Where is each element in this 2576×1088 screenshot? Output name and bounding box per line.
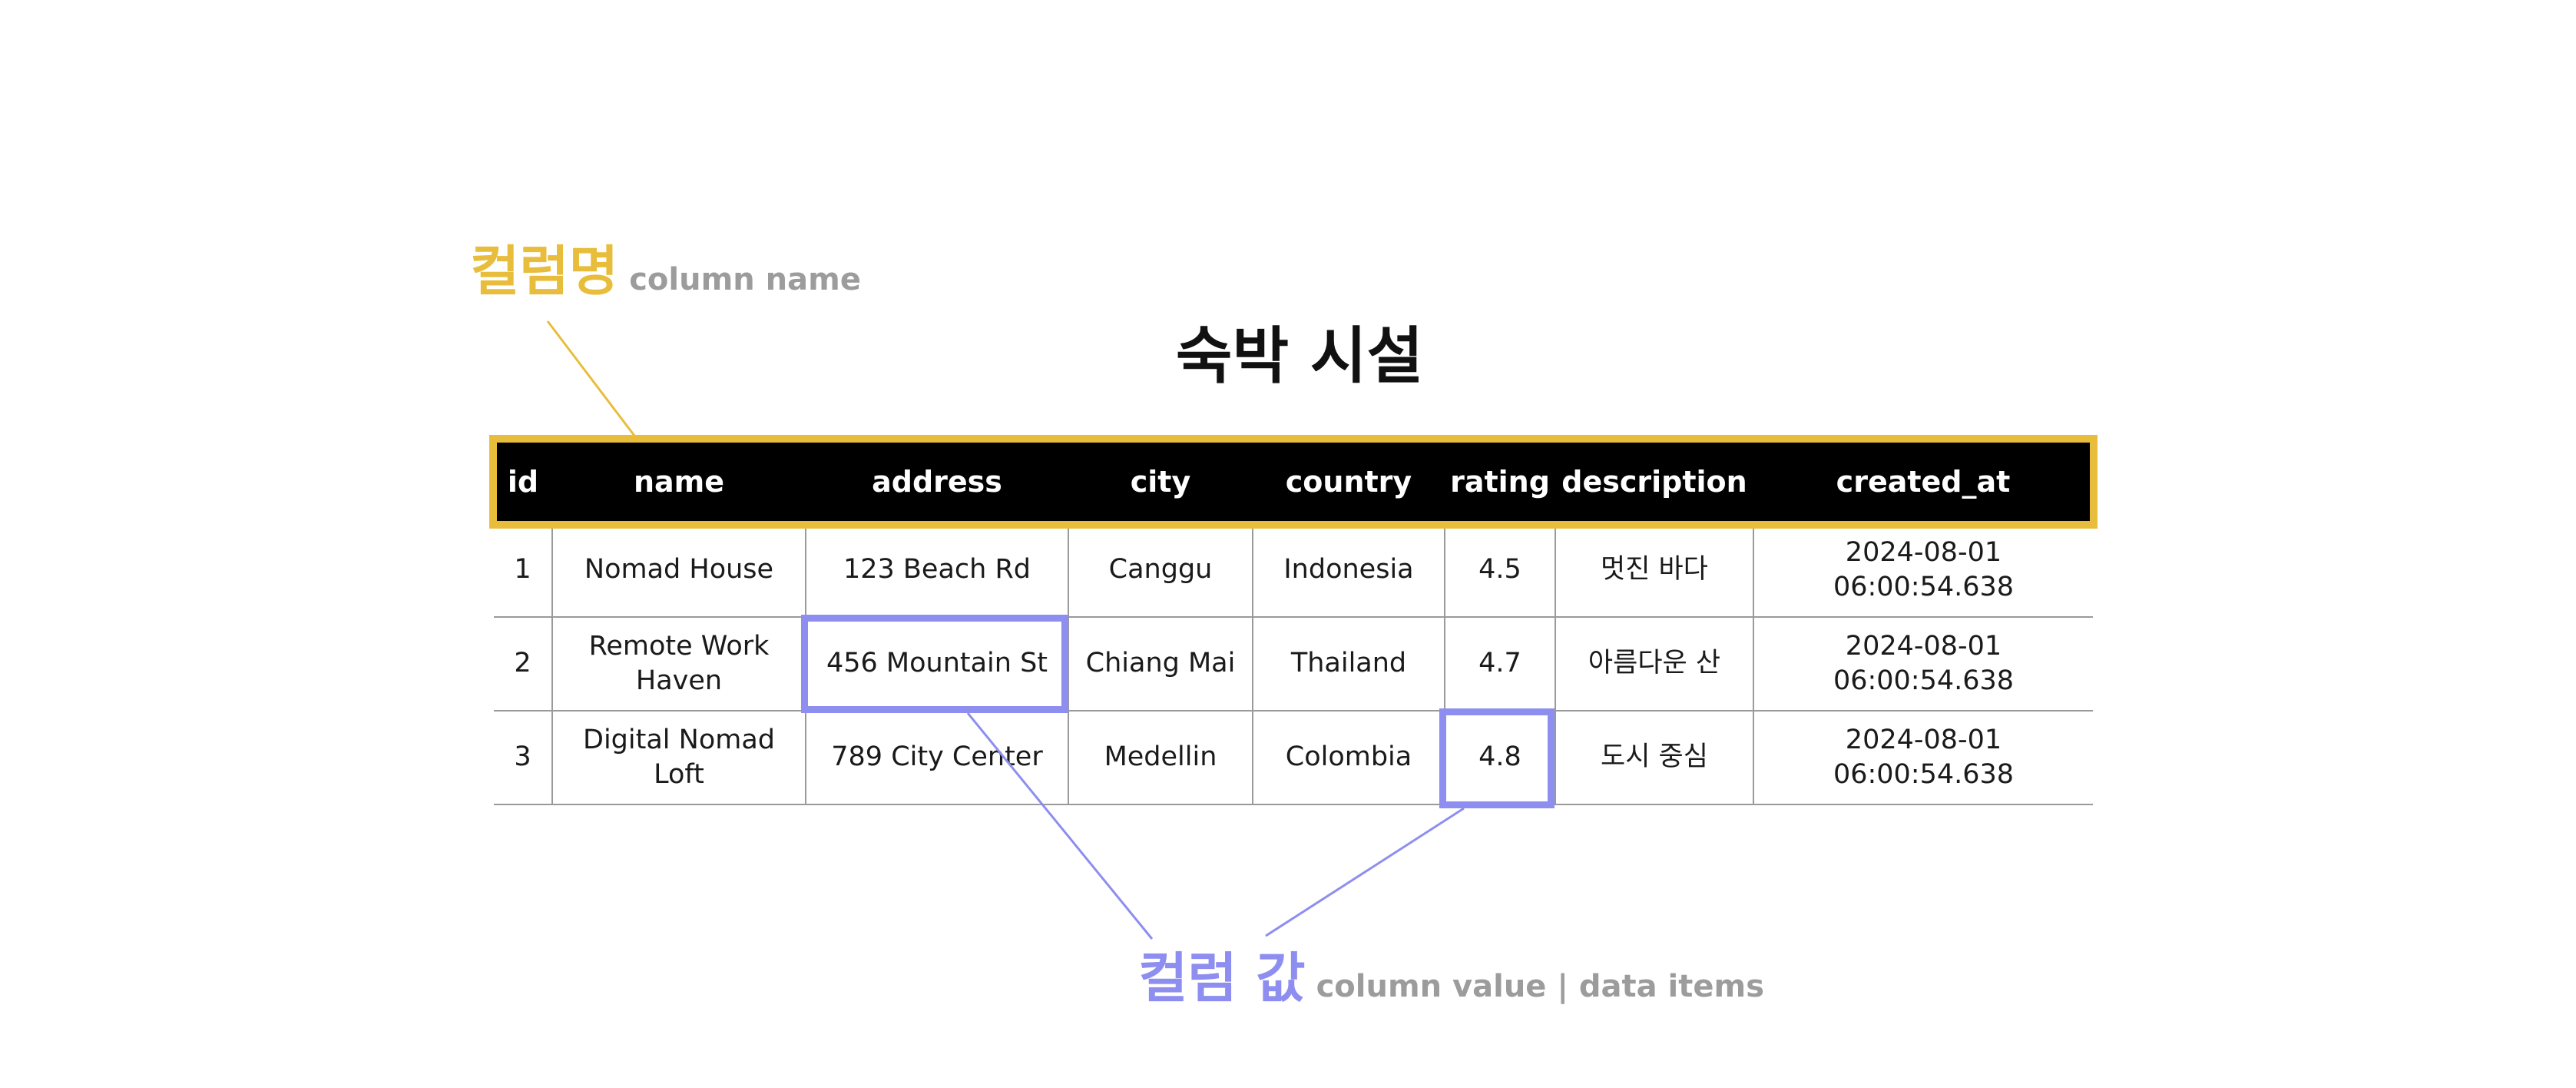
- column-header-rating: rating: [1445, 440, 1555, 524]
- column-header-created-at: created_at: [1753, 440, 2093, 524]
- table-row: 3 Digital Nomad Loft 789 City Center Med…: [494, 711, 2093, 805]
- table-title: 숙박 시설: [1175, 320, 1424, 392]
- table-header-row: id name address city country rating desc…: [494, 440, 2093, 524]
- cell-id: 2: [494, 617, 552, 712]
- cell-name: Remote Work Haven: [551, 617, 806, 712]
- column-header-name: name: [552, 440, 806, 524]
- cell-description: 도시 중심: [1555, 711, 1753, 805]
- cell-country: Colombia: [1252, 711, 1445, 805]
- column-name-label-english: column name: [629, 262, 861, 297]
- cell-created-at: 2024-08-01 06:00:54.638: [1753, 711, 2093, 805]
- cell-id: 1: [494, 524, 552, 618]
- cell-address: 456 Mountain St: [805, 617, 1068, 712]
- column-header-country: country: [1253, 440, 1445, 524]
- column-header-address: address: [806, 440, 1068, 524]
- table-row: 2 Remote Work Haven 456 Mountain St Chia…: [494, 617, 2093, 712]
- cell-city: Canggu: [1068, 524, 1253, 618]
- cell-address: 789 City Center: [805, 711, 1068, 805]
- column-header-id: id: [494, 440, 552, 524]
- cell-country: Thailand: [1252, 617, 1445, 712]
- cell-rating: 4.8: [1444, 711, 1555, 805]
- column-name-label: 컬럼명 column name: [470, 244, 861, 298]
- column-value-label-korean: 컬럼 값: [1138, 947, 1306, 1010]
- cell-name: Nomad House: [551, 524, 806, 618]
- column-header-city: city: [1068, 440, 1253, 524]
- cell-city: Chiang Mai: [1068, 617, 1253, 712]
- cell-id: 3: [494, 711, 552, 805]
- cell-address: 123 Beach Rd: [805, 524, 1068, 618]
- column-name-label-korean: 컬럼명: [470, 240, 619, 303]
- cell-city: Medellin: [1068, 711, 1253, 805]
- cell-description: 아름다운 산: [1555, 617, 1753, 712]
- data-table: id name address city country rating desc…: [494, 440, 2093, 805]
- cell-created-at: 2024-08-01 06:00:54.638: [1753, 617, 2093, 712]
- cell-created-at: 2024-08-01 06:00:54.638: [1753, 524, 2093, 618]
- column-value-label: 컬럼 값 column value | data items: [1138, 951, 1764, 1005]
- column-value-connector-rating: [1265, 807, 1465, 937]
- cell-rating: 4.5: [1444, 524, 1555, 618]
- cell-name: Digital Nomad Loft: [551, 711, 806, 805]
- cell-country: Indonesia: [1252, 524, 1445, 618]
- cell-rating: 4.7: [1444, 617, 1555, 712]
- table-row: 1 Nomad House 123 Beach Rd Canggu Indone…: [494, 524, 2093, 618]
- column-header-description: description: [1555, 440, 1753, 524]
- cell-description: 멋진 바다: [1555, 524, 1753, 618]
- column-value-label-english: column value | data items: [1316, 969, 1764, 1004]
